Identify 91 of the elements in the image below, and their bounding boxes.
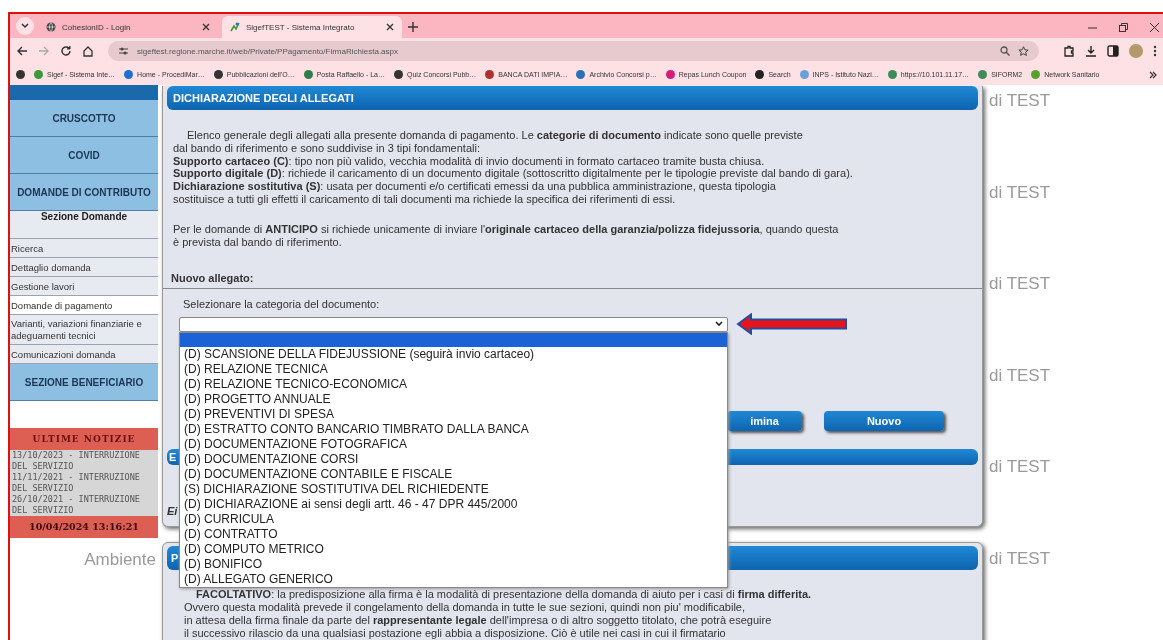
browser-tab[interactable]: SigefTEST - Sistema Integrato: [222, 16, 402, 38]
site-icon: [303, 70, 313, 79]
section-label: Nuovo allegato:: [170, 272, 255, 285]
site-icon: [213, 70, 223, 79]
dialog-title: DICHIARAZIONE DEGLI ALLEGATI: [167, 86, 978, 110]
text-line: Elenco generale degli allegati alla presente domanda di pagamento. Le categorie di documento indicate sono quelle previste: [186, 129, 804, 142]
text-line: sostituisce a tutti gli effetti il caricamento di tali documenti ma richiede la specifica dei riferimenti di essi.: [173, 193, 677, 206]
menu-button[interactable]: CRUSCOTTO: [10, 100, 158, 137]
close-icon[interactable]: [1150, 22, 1159, 32]
back-icon[interactable]: [16, 45, 28, 57]
dropdown-option[interactable]: (D) PROGETTO ANNUALE: [180, 391, 727, 407]
text-line: in attesa della firma finale da parte del rappresentante legale dell'impresa o di altro soggetto titolato, che potrà eseguire: [184, 614, 773, 627]
menu-button[interactable]: DOMANDE DI CONTRIBUTO: [10, 174, 158, 211]
text-line: è prevista dal bando di riferimento.: [173, 235, 343, 249]
dropdown-option[interactable]: (D) ESTRATTO CONTO BANCARIO TIMBRATO DALLA BANCA: [180, 421, 727, 437]
environment-label: di TEST: [989, 182, 1051, 203]
environment-label: di TEST: [989, 91, 1051, 111]
news-link[interactable]: 13/10/2023 - INTERRUZIONE DEL SERVIZIO: [10, 450, 158, 472]
date-time: 10/04/2024 13:16:21: [10, 516, 158, 538]
site-icon: [799, 70, 809, 79]
dropdown-option[interactable]: (D) CURRICULA: [180, 511, 727, 527]
menu-button[interactable]: COVID: [10, 137, 158, 174]
download-icon[interactable]: [1085, 45, 1097, 57]
text-line: Ovvero questa modalità prevede il congelamento della domanda in tutte le sue sezioni, quindi non piu' modificabile,: [184, 601, 746, 614]
star-icon[interactable]: [1018, 45, 1029, 57]
menu-item[interactable]: Varianti, variazioni finanziarie e adeguamenti tecnici: [10, 315, 158, 345]
address-bar[interactable]: sigeftest.regione.marche.it/web/Private/PPagamento/FirmaRichiesta.aspx: [108, 41, 1039, 61]
category-dropdown[interactable]: [179, 316, 728, 332]
menu-button[interactable]: SEZIONE BENEFICIARIO: [10, 364, 158, 401]
dropdown-option[interactable]: (D) RELAZIONE TECNICA: [180, 361, 727, 377]
text-line: Dichiarazione sostitutiva (S): usata per documenti e/o certificati emessi da una pubblica amministrazione, questa tipologia: [173, 180, 777, 193]
dropdown-option[interactable]: (D) DICHIARAZIONE ai sensi degli artt. 46 - 47 DPR 445/2000: [180, 496, 727, 512]
dropdown-option[interactable]: (D) CONTRATTO: [180, 526, 727, 542]
section-heading: Sezione Domande: [10, 211, 158, 239]
dropdown-option[interactable]: (D) SCANSIONE DELLA FIDEJUSSIONE (seguirà invio cartaceo): [180, 346, 727, 362]
dropdown-option[interactable]: (D) BONIFICO: [180, 556, 727, 572]
chevron-down-icon: [715, 321, 723, 328]
news-title: ULTIME NOTIZIE: [10, 428, 158, 450]
dropdown-option[interactable]: (D) ALLEGATO GENERICO: [180, 571, 727, 587]
text-line: dal bando di riferimento e sono suddivise in 3 tipi fondamentali:: [173, 141, 481, 155]
arrow-left-icon: [736, 313, 848, 336]
site-icon: [124, 70, 134, 79]
site-icon: [576, 70, 586, 79]
dropdown-option[interactable]: (S) DICHIARAZIONE SOSTITUTIVA DEL RICHIEDENTE: [180, 481, 727, 497]
browser-tab[interactable]: CohesionID - Login: [38, 16, 218, 38]
site-logo-icon: [230, 22, 240, 32]
environment-label: Ambiente: [83, 550, 157, 570]
environment-label: di TEST: [989, 548, 1051, 569]
menu-item[interactable]: Comunicazioni domanda: [10, 345, 158, 364]
site-icon: [978, 70, 988, 79]
site-icon: [1031, 70, 1041, 79]
reload-icon[interactable]: [60, 45, 72, 57]
site-icon: [887, 70, 897, 79]
site-icon: [755, 70, 765, 79]
environment-label: di TEST: [989, 274, 1051, 295]
more-bookmarks-icon[interactable]: [1149, 70, 1157, 79]
chevron-down-icon: [21, 23, 29, 29]
tab-list-button[interactable]: [16, 17, 34, 35]
zoom-icon[interactable]: [1000, 46, 1010, 56]
site-icon: [665, 70, 675, 79]
globe-icon: [46, 22, 56, 32]
close-icon[interactable]: [202, 23, 210, 31]
sidebar-icon[interactable]: [1107, 45, 1119, 57]
text-line: Supporto cartaceo (C): tipo non più valido, vecchia modalità di invio documenti in formato cartaceo tramite busta chiusa.: [173, 154, 766, 168]
extension-icon[interactable]: [1063, 45, 1075, 57]
home-icon[interactable]: [82, 45, 94, 57]
dropdown-option[interactable]: (D) DOCUMENTAZIONE CORSI: [180, 451, 727, 467]
environment-label: di TEST: [989, 365, 1051, 386]
action-button[interactable]: Nuovo: [824, 411, 944, 432]
menu-icon[interactable]: [1153, 45, 1157, 57]
close-icon[interactable]: [386, 23, 394, 31]
dropdown-option[interactable]: (D) DOCUMENTAZIONE CONTABILE E FISCALE: [180, 466, 727, 482]
environment-label: di TEST: [989, 457, 1051, 478]
restore-icon[interactable]: [1119, 22, 1128, 32]
site-icon: [394, 70, 403, 79]
text-line: Per le domande di ANTICIPO si richiede unicamente di inviare l'originale cartaceo della garanzia/polizza fidejussoria, quando questa: [173, 222, 840, 236]
text-line: Supporto digitale (D): richiede il caricamento di un documento digitale (sottoscritto digitalmente per le tipologie previste dal bando di gara).: [173, 167, 854, 181]
site-settings-icon[interactable]: [118, 46, 129, 56]
dropdown-option[interactable]: (D) RELAZIONE TECNICO-ECONOMICA: [180, 376, 727, 392]
menu-item[interactable]: Gestione lavori: [10, 277, 158, 296]
text-line: FACOLTATIVO: la predisposizione alla firma è la modalità di presentazione della domanda di aiuto per i casi di firma differita.: [195, 588, 813, 601]
news-link[interactable]: 26/10/2021 - INTERRUZIONE DEL SERVIZIO: [10, 494, 158, 516]
dropdown-option[interactable]: (D) DOCUMENTAZIONE FOTOGRAFICA: [180, 436, 727, 452]
action-button[interactable]: imina: [727, 411, 802, 432]
site-icon: [485, 70, 495, 79]
news-link[interactable]: 11/11/2021 - INTERRUZIONE DEL SERVIZIO: [10, 472, 158, 494]
dropdown-option[interactable]: (D) PREVENTIVI DI SPESA: [180, 406, 727, 422]
text-line: il successivo rilascio da una qualsiasi postazione egli abbia a disposizione. Ciò è utile nei casi in cui il firmatario: [184, 627, 727, 640]
menu-item[interactable]: Dettaglio domanda: [10, 258, 158, 277]
menu-item[interactable]: Ricerca: [10, 239, 158, 258]
field-label: Selezionare la categoria del documento:: [182, 298, 381, 311]
